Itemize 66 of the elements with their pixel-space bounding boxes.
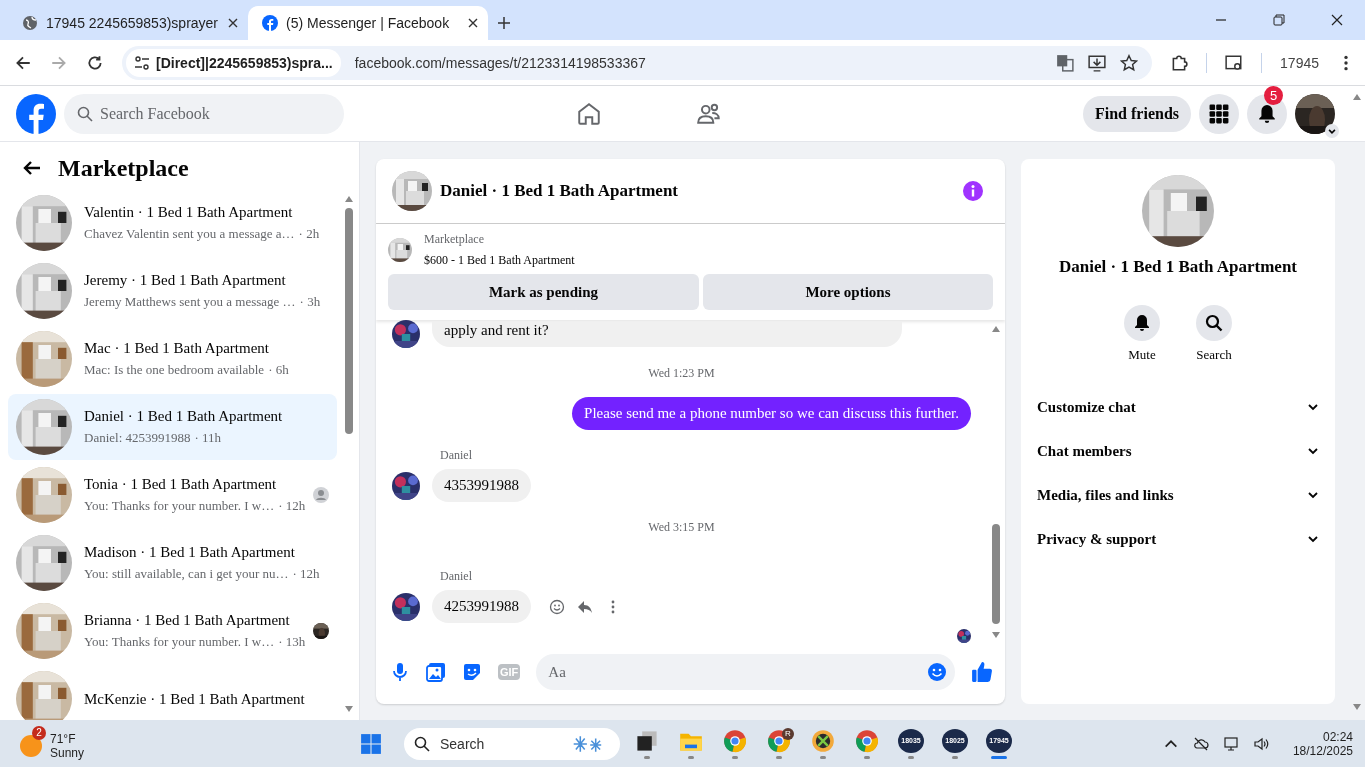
address-bar[interactable]: [Direct]|2245659853)spra... facebook.com/messages/t/2123314198533367 [122, 45, 1153, 80]
message-timestamp: Wed 3:15 PM [648, 520, 715, 535]
find-friends-button[interactable]: Find friends [1083, 95, 1191, 132]
message-time: · 2h [298, 226, 320, 242]
temperature: 71°F [50, 731, 77, 746]
settings-section[interactable]: Chat members [1037, 429, 1319, 473]
message-time: · 12h [292, 566, 320, 582]
listing-action-button[interactable]: More options [702, 274, 993, 310]
conversation-title: McKenzie · 1 Bed 1 Bath Apartment [84, 690, 306, 708]
conversation-title: Madison · 1 Bed 1 Bath Apartment [84, 544, 296, 561]
profile-label[interactable]: 17945 [1280, 54, 1319, 71]
conversation-item[interactable]: Daniel · 1 Bed 1 Bath Apartment Daniel: 4253991988 · 11h [8, 394, 337, 460]
settings-section[interactable]: Customize chat [1037, 385, 1319, 429]
message-preview: You: still available, can i get your nu… [84, 566, 289, 582]
message-time: · 6h [268, 362, 289, 378]
incoming-message: apply and rent it? [432, 321, 902, 347]
conversation-title: Tonia · 1 Bed 1 Bath Apartment [84, 476, 278, 493]
listing-label: Marketplace [424, 232, 485, 247]
conversation-title: Mac · 1 Bed 1 Bath Apartment [84, 340, 270, 357]
conversation-title: Valentin · 1 Bed 1 Bath Apartment [84, 204, 294, 221]
weather-widget[interactable]: 2 71°F Sunny [20, 725, 360, 762]
conversation-item[interactable]: Jeremy · 1 Bed 1 Bath Apartment Jeremy Matthews sent you a message … · 3h [8, 258, 337, 324]
listing-title[interactable]: $600 - 1 Bed 1 Bath Apartment [424, 253, 575, 268]
chat-title: Daniel · 1 Bed 1 Bath Apartment [440, 181, 679, 201]
conversation-title: Daniel · 1 Bed 1 Bath Apartment [84, 408, 284, 425]
outgoing-message: Please send me a phone number so we can discuss this further. [572, 397, 971, 430]
message-preview: You: Thanks for your number. I w… [84, 634, 275, 650]
message-preview: Daniel: 4253991988 [84, 430, 191, 446]
settings-section[interactable]: Privacy & support [1037, 517, 1319, 561]
message-time: · 12h [278, 498, 306, 514]
conversation-item[interactable]: Madison · 1 Bed 1 Bath Apartment You: still available, can i get your nu… · 12h [8, 530, 337, 596]
action-label: Mute [1128, 347, 1156, 363]
message-preview: You: Thanks for your number. I w… [84, 498, 275, 514]
message-field[interactable]: Aa [536, 654, 955, 690]
conversation-item[interactable]: Mac · 1 Bed 1 Bath Apartment Mac: Is the one bedroom available · 6h [8, 326, 337, 392]
settings-section[interactable]: Media, files and links [1037, 473, 1319, 517]
sender-name: Daniel [440, 448, 473, 463]
message-preview: Jeremy Matthews sent you a message … [84, 294, 296, 310]
message-preview: Chavez Valentin sent you a message a… [84, 226, 295, 242]
message-time: · 11h [194, 430, 222, 446]
search-field[interactable]: Search Facebook [64, 93, 344, 134]
conversation-item[interactable]: Brianna · 1 Bed 1 Bath Apartment You: Thanks for your number. I w… · 13h [8, 598, 337, 664]
taskbar-search-field[interactable]: Search [404, 727, 620, 760]
weather-badge: 2 [32, 725, 46, 740]
conversation-name: Daniel · 1 Bed 1 Bath Apartment [1059, 257, 1297, 277]
action-label: Search [1196, 347, 1232, 363]
incoming-message: 4353991988 [432, 469, 531, 502]
profile-badge: R [782, 727, 794, 740]
conversation-item[interactable]: Valentin · 1 Bed 1 Bath Apartment Chavez Valentin sent you a message a… · 2h [8, 190, 337, 256]
conversation-title: Brianna · 1 Bed 1 Bath Apartment [84, 612, 291, 629]
weather-condition: Sunny [50, 745, 85, 760]
message-timestamp: Wed 1:23 PM [648, 366, 715, 381]
sidebar-title: Marketplace [58, 154, 189, 182]
url-text: facebook.com/messages/t/2123314198533367 [354, 54, 646, 71]
conversation-item[interactable]: Tonia · 1 Bed 1 Bath Apartment You: Thanks for your number. I w… · 12h [8, 462, 337, 528]
clock[interactable]: 02:24 18/12/2025 [1292, 729, 1353, 758]
message-time: · 13h [278, 634, 306, 650]
conversation-title: Jeremy · 1 Bed 1 Bath Apartment [84, 272, 287, 289]
browser-tab[interactable]: 17945 2245659853)sprayer [8, 6, 248, 40]
message-preview: Mac: Is the one bedroom available [84, 362, 265, 378]
browser-tab[interactable]: (5) Messenger | Facebook [248, 6, 488, 40]
incoming-message: 4253991988 [432, 590, 531, 623]
listing-action-button[interactable]: Mark as pending [388, 274, 699, 310]
site-info-chip[interactable]: [Direct]|2245659853)spra... [126, 48, 341, 77]
sender-name: Daniel [440, 569, 473, 584]
message-time: · 3h [299, 294, 321, 310]
